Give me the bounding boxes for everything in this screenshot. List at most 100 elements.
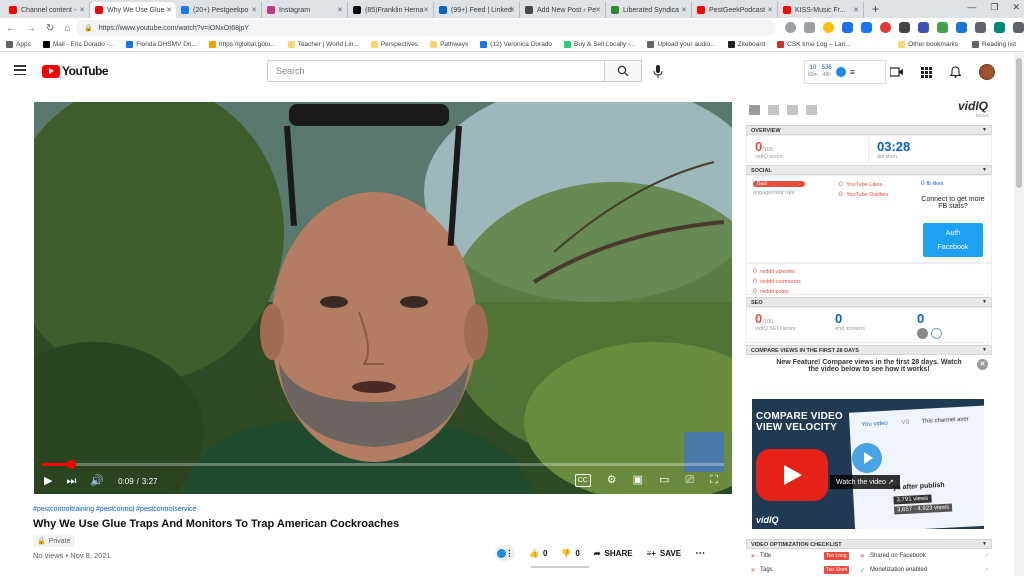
scrollbar-thumb[interactable] [1016,58,1022,188]
play-button-icon[interactable] [852,443,882,473]
browser-tab[interactable]: (99+) Feed | Linked ✕ [434,2,520,18]
twitter-icon[interactable] [787,105,798,115]
reading-list[interactable]: Reading list [972,41,1016,48]
tab-close-icon[interactable]: ✕ [767,6,773,14]
notifications-bell-icon[interactable] [950,66,961,78]
more-options-icon[interactable]: ⋯ [695,548,705,559]
miniplayer-icon[interactable]: ▣ [633,475,643,486]
like-button[interactable]: 👍 0 [529,549,547,558]
hashtags[interactable]: #pestcontroltraining #pestcontrol #pestc… [33,506,733,513]
browser-tab[interactable]: KISS-Music Fr... ✕ [778,2,864,18]
minimize-icon[interactable]: — [967,2,976,13]
bookmark-item[interactable]: Pathways [430,41,468,48]
bookmark-item[interactable]: Teacher | World Lin... [287,41,359,48]
next-icon[interactable]: ⏭ [66,475,76,487]
avatar[interactable] [979,64,995,80]
cast-icon[interactable]: ⎚ [685,475,694,486]
extension-icon[interactable] [937,22,948,33]
close-icon[interactable]: ✕ [977,359,988,370]
checklist-row-title[interactable]: ✕ Title Too Long ✕ Shared on Facebook › [746,549,992,563]
tab-close-icon[interactable]: ✕ [853,6,859,14]
bookmark-item[interactable]: Buy & Sell Locally -... [564,41,635,48]
search-button[interactable] [604,60,642,82]
compare-views-video[interactable]: You video VS This channel aver ys after … [752,399,984,529]
bookmark-item[interactable]: Mail - Eric Dorado -... [42,41,114,48]
share-icon[interactable] [804,22,815,33]
progress-bar[interactable] [42,460,724,469]
bookmark-item[interactable]: Ziteboard [727,41,765,48]
social-header[interactable]: SOCIAL ▼ [746,165,992,175]
puzzle-icon[interactable] [1013,22,1024,33]
extension-icon[interactable] [918,22,929,33]
forward-icon[interactable]: → [26,23,36,34]
create-video-icon[interactable] [890,67,903,77]
bookmark-item[interactable]: Upload your audio... [647,41,716,48]
settings-gear-icon[interactable]: ⚙ [607,475,617,486]
browser-tab[interactable]: PestGeekPodcast ✕ [692,2,778,18]
captions-icon[interactable]: CC [574,474,591,487]
vidiq-stats-widget[interactable]: 10 60m 536 48h ≡ [804,60,886,84]
extension-icon[interactable] [899,22,910,33]
tab-close-icon[interactable]: ✕ [251,6,257,14]
tab-close-icon[interactable]: ✕ [423,6,429,14]
browser-tab[interactable]: (85)Franklin Herna ✕ [348,2,434,18]
bookmark-item[interactable]: https://global.goto... [208,41,276,48]
tab-close-icon[interactable]: ✕ [595,6,601,14]
overview-header[interactable]: OVERVIEW ▼ [746,125,992,135]
bookmark-star-icon[interactable] [823,22,834,33]
bookmark-item[interactable]: Perspectives [370,41,418,48]
tab-close-icon[interactable]: ✕ [681,6,687,14]
extension-icon[interactable] [956,22,967,33]
volume-icon[interactable]: 🔊 [90,475,104,487]
back-icon[interactable]: ← [6,23,16,34]
play-icon[interactable]: ▶ [44,475,52,487]
save-button[interactable]: ≡+ SAVE [647,549,682,558]
trend-icon[interactable] [806,105,817,115]
browser-tab[interactable]: Add New Post ‹ Pe ✕ [520,2,606,18]
microphone-icon[interactable] [653,65,663,78]
extension-icon[interactable] [994,22,1005,33]
extension-icon[interactable] [842,22,853,33]
vidiq-plugin-button[interactable]: ⋮ [495,545,515,561]
auth-facebook-button[interactable]: Auth Facebook [923,223,983,257]
reload-icon[interactable]: ↻ [46,23,54,34]
checklist-header[interactable]: VIDEO OPTIMIZATION CHECKLIST ▼ [746,539,992,549]
seo-header[interactable]: SEO ▼ [746,297,992,307]
grid-icon[interactable] [749,105,760,115]
browser-tab[interactable]: Instagram ✕ [262,2,348,18]
tab-close-icon[interactable]: ✕ [79,6,85,14]
share-button[interactable]: ➦ SHARE [594,549,633,558]
extension-icon[interactable] [880,22,891,33]
fullscreen-icon[interactable]: ⛶ [710,475,718,486]
tab-close-icon[interactable]: ✕ [166,6,172,14]
youtube-icon[interactable] [768,105,779,115]
bookmark-item[interactable]: CSK time Log – Lan... [777,41,851,48]
theater-mode-icon[interactable]: ▭ [659,475,669,486]
address-bar[interactable]: 🔒 https://www.youtube.com/watch?v=iONxOt… [76,20,776,36]
extension-icon[interactable] [975,22,986,33]
extension-icon[interactable] [861,22,872,33]
zoom-icon[interactable] [785,22,796,33]
watch-video-link[interactable]: Watch the video ↗ [830,475,900,489]
menu-icon[interactable] [14,65,26,75]
browser-tab[interactable]: Why We Use Glue ✕ [90,2,176,18]
bookmark-item[interactable]: Apps [6,41,31,48]
video-player[interactable]: ▶ ⏭ 🔊 0:09 / 3:27 CC ⚙ ▣ ▭ ⎚ ⛶ [34,102,732,494]
page-scrollbar[interactable] [1014,52,1024,576]
bookmark-item[interactable]: (12) Veronica Dorado [480,41,552,48]
apps-grid-icon[interactable] [921,66,932,78]
close-icon[interactable]: ✕ [1012,2,1020,13]
home-icon[interactable]: ⌂ [64,23,70,34]
search-input[interactable]: Search [267,60,605,82]
tab-close-icon[interactable]: ✕ [509,6,515,14]
new-tab-button[interactable]: + [872,2,879,16]
maximize-icon[interactable]: ❐ [990,2,998,13]
browser-tab[interactable]: Liberated Syndica ✕ [606,2,692,18]
browser-tab[interactable]: (20+) Pestgeekpo ✕ [176,2,262,18]
dislike-button[interactable]: 👎 0 [561,549,579,558]
checklist-row-tags[interactable]: ✕ Tags Too Short ✓ Monetization enabled … [746,563,992,577]
youtube-logo[interactable]: YouTube [42,64,109,78]
other-bookmarks[interactable]: Other bookmarks [898,41,958,48]
compare-views-header[interactable]: COMPARE VIEWS IN THE FIRST 28 DAYS ▼ [746,345,992,355]
add-card-icon[interactable] [931,328,942,339]
